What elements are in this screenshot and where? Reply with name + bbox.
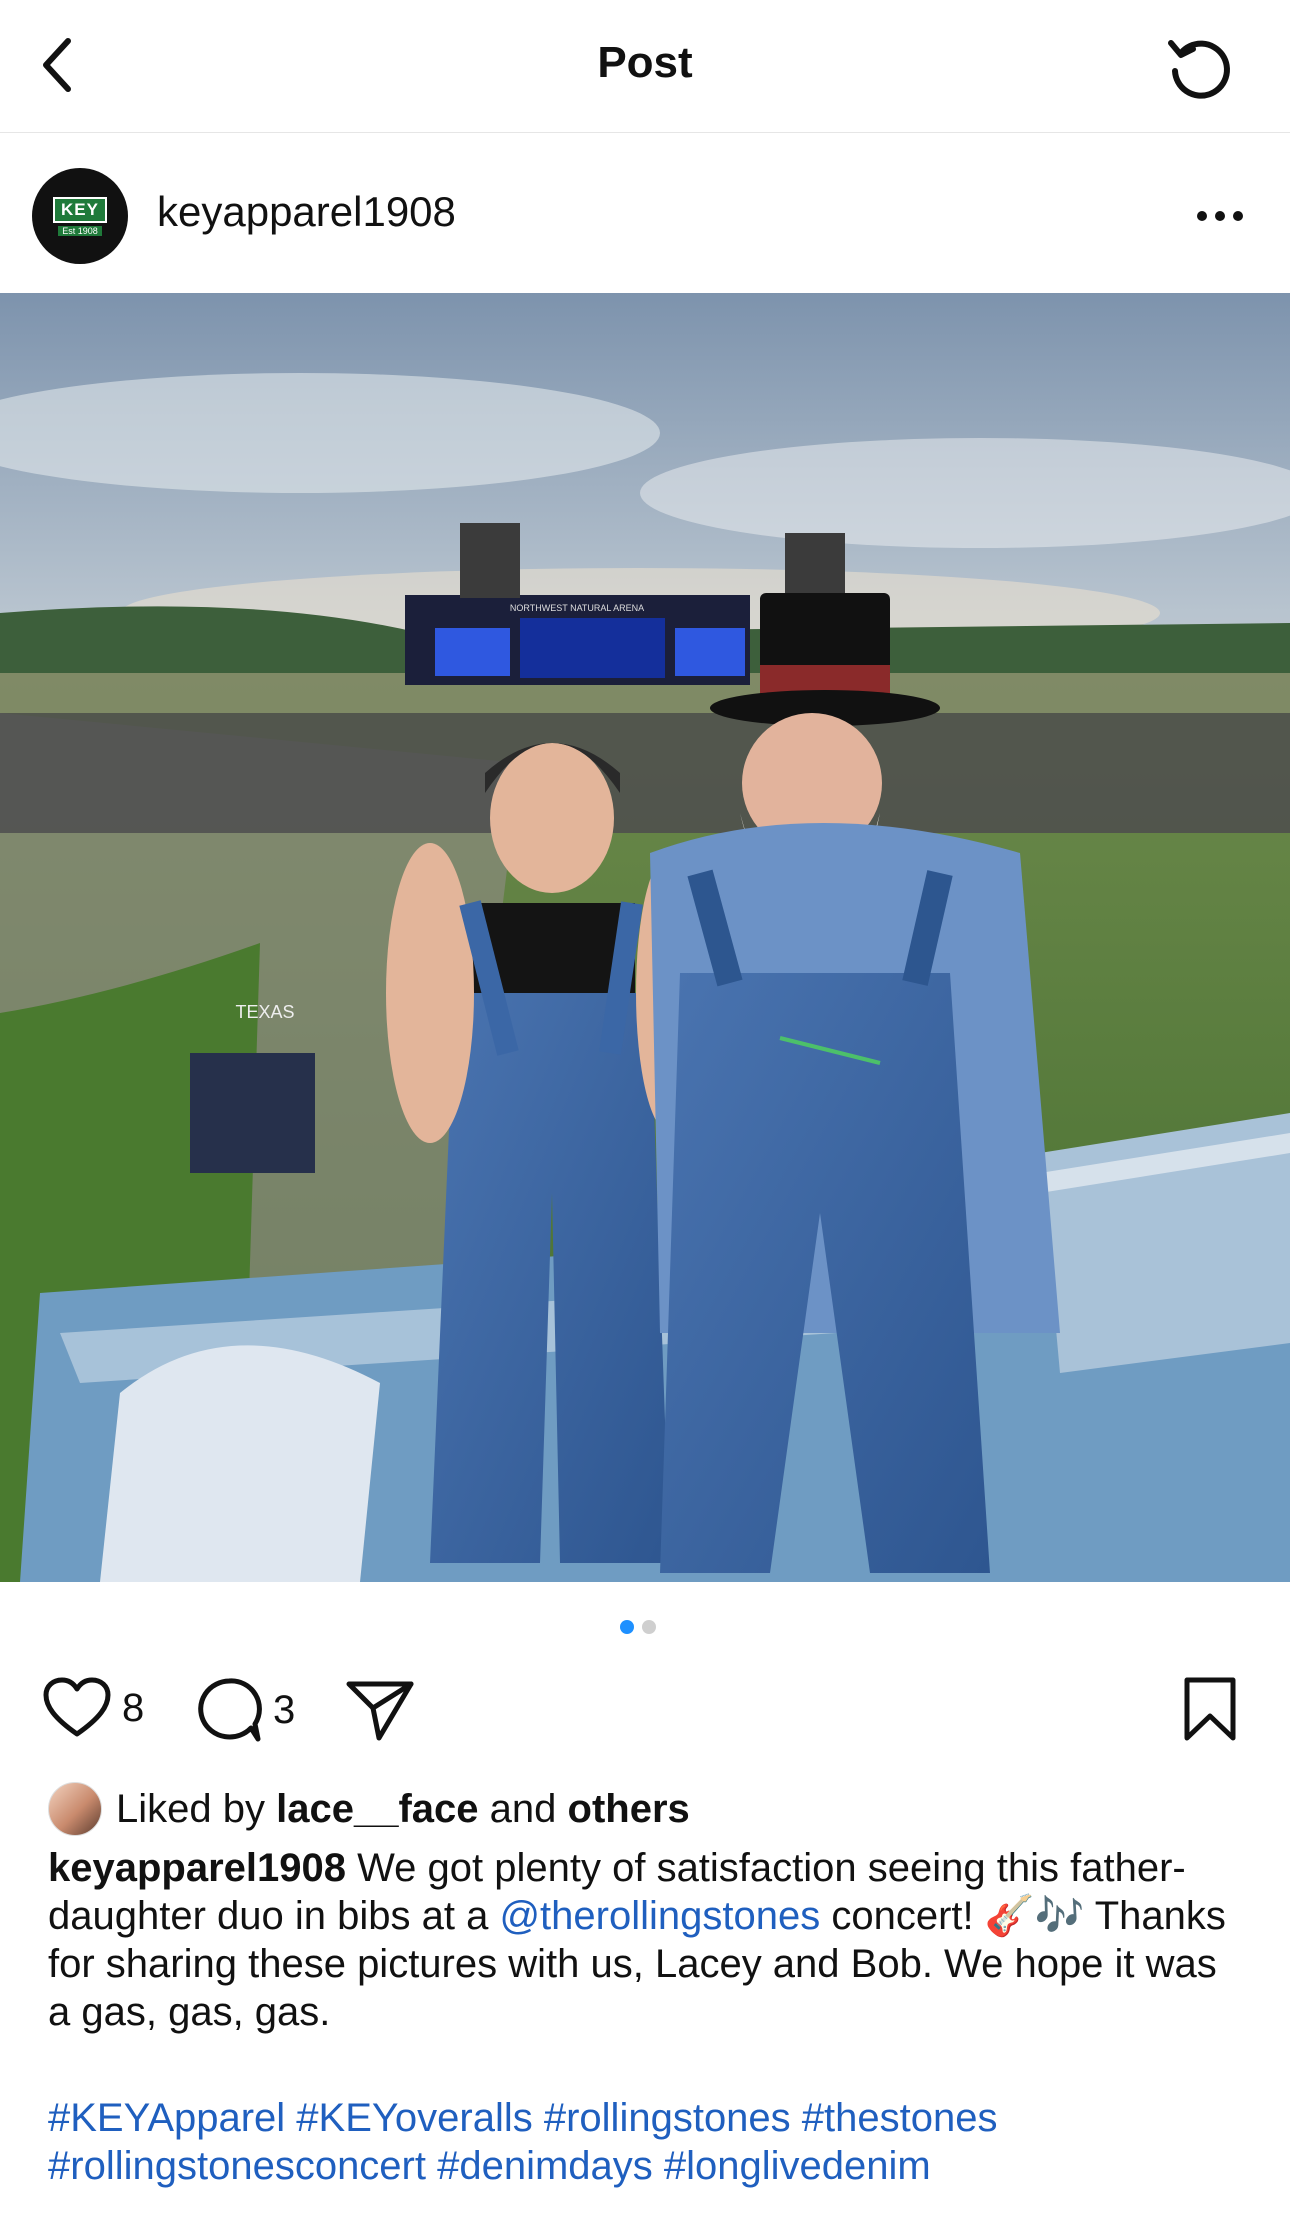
comment-button[interactable]: 3 xyxy=(195,1676,295,1744)
caption-mention[interactable]: @therollingstones xyxy=(499,1894,820,1938)
caption-username[interactable]: keyapparel1908 xyxy=(48,1846,346,1890)
liked-by-row[interactable]: Liked by lace__face and others xyxy=(48,1782,690,1836)
action-bar: 8 3 xyxy=(0,1672,1290,1748)
post-photo[interactable]: NORTHWEST NATURAL ARENA TEXAS xyxy=(0,293,1290,1582)
refresh-button[interactable] xyxy=(1162,30,1238,106)
carousel-indicator xyxy=(620,1620,656,1634)
carousel-dot-2[interactable] xyxy=(642,1620,656,1634)
carousel-dot-1[interactable] xyxy=(620,1620,634,1634)
avatar-brand: KEY xyxy=(53,196,107,223)
more-options-button[interactable] xyxy=(1190,191,1250,241)
shirt-text: TEXAS xyxy=(235,1002,294,1022)
liked-by-and: and xyxy=(489,1786,557,1831)
likes-count: 8 xyxy=(122,1685,145,1730)
stage-sign-text: NORTHWEST NATURAL ARENA xyxy=(510,603,644,613)
refresh-icon xyxy=(1168,40,1230,99)
avatar-est: Est 1908 xyxy=(58,225,102,236)
crowd xyxy=(0,713,1290,833)
heart-icon xyxy=(43,1677,111,1737)
post-header: KEY Est 1908 keyapparel1908 xyxy=(0,133,1290,293)
page-title: Post xyxy=(597,38,693,87)
save-button[interactable] xyxy=(1182,1676,1238,1742)
liker-avatar[interactable] xyxy=(48,1782,102,1836)
share-button[interactable] xyxy=(345,1678,415,1742)
post-hashtags[interactable]: #KEYApparel #KEYoveralls #rollingstones … xyxy=(48,2094,1238,2190)
profile-avatar[interactable]: KEY Est 1908 xyxy=(32,168,128,264)
comments-count: 3 xyxy=(273,1687,296,1732)
post-username[interactable]: keyapparel1908 xyxy=(157,188,456,236)
liked-by-user[interactable]: lace__face xyxy=(276,1787,478,1832)
send-icon xyxy=(346,1681,414,1741)
post-caption: keyapparel1908 We got plenty of satisfac… xyxy=(48,1844,1238,2036)
more-horizontal-icon xyxy=(1197,211,1243,221)
bookmark-icon xyxy=(1184,1677,1236,1741)
liked-by-others[interactable]: others xyxy=(568,1787,690,1832)
liked-by-prefix: Liked by xyxy=(116,1786,265,1831)
comment-icon xyxy=(198,1678,262,1742)
like-button[interactable]: 8 xyxy=(42,1676,144,1740)
top-bar: Post xyxy=(0,0,1290,133)
